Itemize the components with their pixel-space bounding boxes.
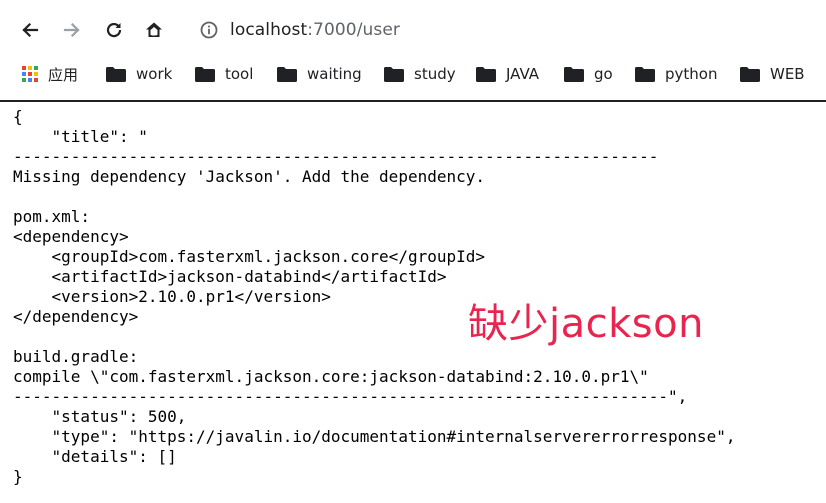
- browser-toolbar: localhost:7000/user: [0, 0, 826, 60]
- folder-icon: [564, 66, 584, 82]
- grid-dot: [22, 72, 26, 76]
- grid-dot: [34, 72, 38, 76]
- folder-icon: [277, 66, 297, 82]
- reload-icon: [106, 23, 122, 38]
- bookmark-label: work: [136, 65, 173, 83]
- address-bar[interactable]: localhost:7000/user: [188, 12, 818, 48]
- bookmark-java[interactable]: JAVA: [476, 60, 539, 88]
- reload-button[interactable]: [98, 14, 130, 46]
- home-button[interactable]: [138, 14, 170, 46]
- annotation-text: 缺少jackson: [468, 301, 704, 347]
- folder-icon: [195, 66, 215, 82]
- folder-icon: [476, 66, 496, 82]
- bookmark-waiting[interactable]: waiting: [277, 60, 362, 88]
- grid-dot: [28, 72, 32, 76]
- bookmark-label: go: [594, 65, 613, 83]
- bookmark-apps[interactable]: 应用: [22, 60, 78, 88]
- bookmark-label: tool: [225, 65, 254, 83]
- arrow-left-icon: [22, 22, 39, 38]
- url-text[interactable]: localhost:7000/user: [230, 20, 400, 40]
- url-path: :7000/user: [307, 20, 401, 40]
- forward-button[interactable]: [56, 14, 88, 46]
- back-button[interactable]: [14, 14, 46, 46]
- bookmark-study[interactable]: study: [384, 60, 456, 88]
- home-icon: [146, 22, 162, 37]
- folder-icon: [384, 66, 404, 82]
- bookmark-web[interactable]: WEB: [740, 60, 805, 88]
- bookmark-python[interactable]: python: [635, 60, 717, 88]
- info-icon[interactable]: [198, 19, 220, 41]
- grid-dot: [34, 78, 38, 82]
- bookmark-label: waiting: [307, 65, 362, 83]
- arrow-right-icon: [63, 22, 80, 38]
- toolbar-divider: [0, 100, 826, 102]
- bookmarks-bar: 应用 work tool waiting study JAVA go pytho…: [0, 60, 826, 88]
- grid-dot: [22, 66, 26, 70]
- grid-dot: [28, 78, 32, 82]
- folder-icon: [635, 66, 655, 82]
- bookmark-label: 应用: [48, 65, 79, 84]
- bookmark-go[interactable]: go: [564, 60, 613, 88]
- url-host: localhost: [230, 20, 308, 40]
- bookmark-label: JAVA: [506, 65, 540, 83]
- grid-dot: [34, 66, 38, 70]
- grid-dot: [22, 78, 26, 82]
- folder-icon: [106, 66, 126, 82]
- bookmark-tool[interactable]: tool: [195, 60, 253, 88]
- apps-grid-icon: [22, 66, 38, 82]
- bookmark-work[interactable]: work: [106, 60, 172, 88]
- bookmark-label: python: [665, 65, 718, 83]
- grid-dot: [28, 66, 32, 70]
- bookmark-label: WEB: [770, 65, 805, 83]
- folder-icon: [740, 66, 760, 82]
- bookmark-label: study: [414, 65, 456, 83]
